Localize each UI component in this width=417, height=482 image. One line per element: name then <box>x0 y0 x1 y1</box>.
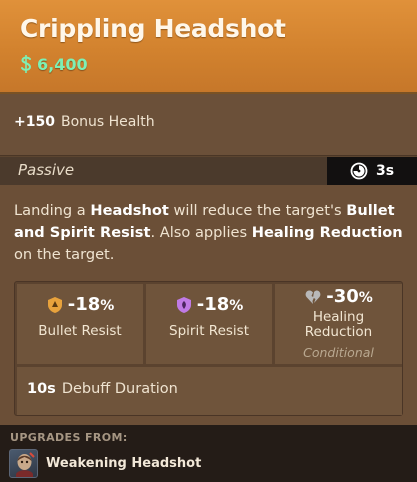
broken-heart-icon <box>305 290 321 304</box>
stat-label-line: Healing <box>312 309 365 325</box>
debuff-value: 10s <box>27 381 56 397</box>
bonus-stats: +150 Bonus Health <box>0 94 417 156</box>
stat-value-row: -18% <box>146 294 272 315</box>
stat-number: -30 <box>326 286 359 307</box>
stat-debuff-duration: 10s Debuff Duration <box>17 367 402 415</box>
stat-healing-reduction: -30% Healing Reduction Conditional <box>275 284 402 364</box>
stat-number: -18 <box>67 294 101 315</box>
stat-value: -18% <box>197 294 244 315</box>
upgrade-item-weakening-headshot[interactable]: Weakening Headshot <box>9 449 201 478</box>
stat-unit: % <box>229 298 244 314</box>
desc-text: will reduce the target's <box>168 202 347 219</box>
bullet-shield-icon <box>47 296 62 313</box>
cost-value: 6,400 <box>37 54 88 74</box>
weakening-headshot-icon <box>9 449 38 478</box>
passive-body: Landing a Headshot will reduce the targe… <box>0 185 417 425</box>
weakening-headshot-glyph <box>16 452 35 477</box>
passive-bar: Passive 3s <box>0 157 417 185</box>
stat-number: -18 <box>196 294 230 315</box>
desc-text: Landing a <box>14 202 91 219</box>
bonus-health-label: Bonus Health <box>60 114 155 130</box>
stat-spirit-resist: -18% Spirit Resist <box>146 284 272 364</box>
stat-label: Healing Reduction <box>275 310 402 340</box>
stat-value-row: -30% <box>275 286 402 307</box>
upgrades-section: UPGRADES FROM: Weakening Headshot <box>0 425 417 482</box>
desc-keyword-healing-reduction: Healing Reduction <box>251 224 403 241</box>
item-header: Crippling Headshot 6,400 <box>0 0 417 94</box>
stat-unit: % <box>100 298 115 314</box>
upgrade-item-name: Weakening Headshot <box>46 456 202 471</box>
conditional-note: Conditional <box>303 345 374 360</box>
stat-label: Bullet Resist <box>38 323 122 339</box>
item-title: Crippling Headshot <box>20 14 286 43</box>
cooldown-value: 3s <box>375 163 395 179</box>
souls-currency-icon <box>21 55 32 73</box>
stat-bullet-resist: -18% Bullet Resist <box>17 284 143 364</box>
item-tooltip-card: Crippling Headshot 6,400 +150 Bonus Healt… <box>0 0 417 482</box>
passive-label: Passive <box>18 161 75 179</box>
stat-unit: % <box>358 290 373 306</box>
bonus-health-value: +150 <box>14 114 55 130</box>
desc-text: . Also applies <box>150 224 252 241</box>
item-cost: 6,400 <box>19 54 88 74</box>
upgrades-heading: UPGRADES FROM: <box>10 431 128 444</box>
desc-keyword-headshot: Headshot <box>90 202 169 219</box>
desc-text: on the target. <box>14 246 115 263</box>
spirit-shield-icon <box>176 296 191 313</box>
clock-icon <box>350 162 368 180</box>
cooldown-badge: 3s <box>327 157 417 185</box>
stat-label-line: Reduction <box>304 324 373 340</box>
debuff-label: Debuff Duration <box>61 381 178 397</box>
passive-description: Landing a Headshot will reduce the targe… <box>14 200 406 266</box>
stat-label: Spirit Resist <box>169 323 249 339</box>
stat-value: -18% <box>68 294 115 315</box>
stat-grid: -18% Bullet Resist -18% Spirit Resist -3… <box>14 281 403 416</box>
stat-value: -30% <box>326 286 373 307</box>
debuff-row: 10s Debuff Duration <box>27 381 178 397</box>
stat-value-row: -18% <box>17 294 143 315</box>
bonus-health: +150 Bonus Health <box>14 114 155 130</box>
